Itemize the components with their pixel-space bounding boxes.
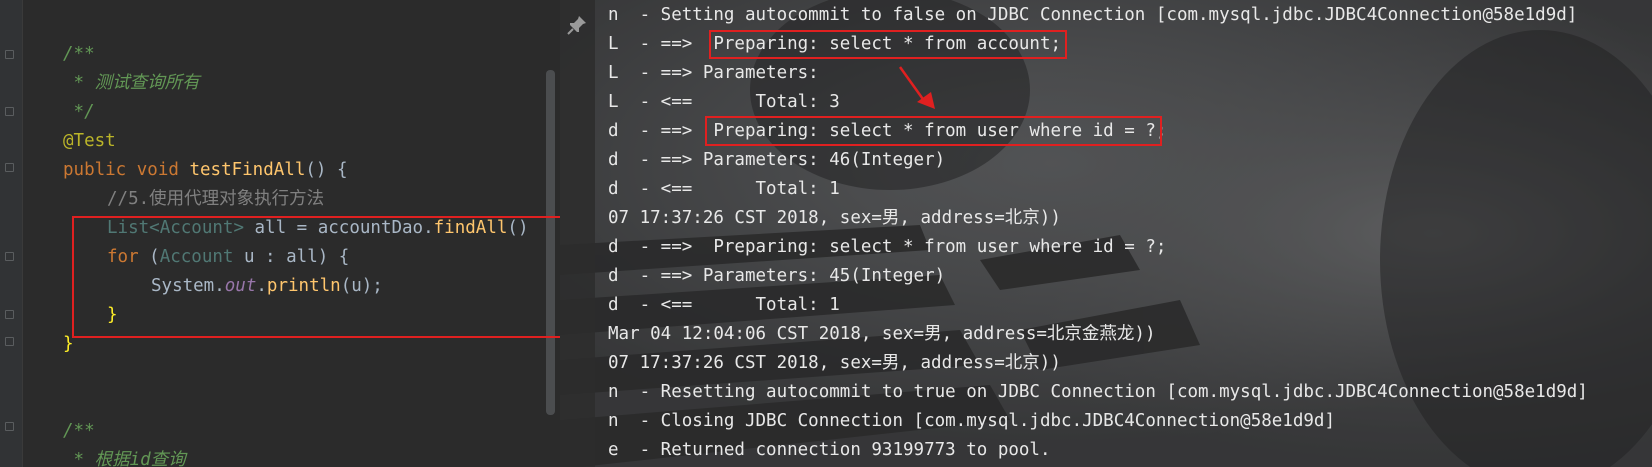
sql-highlight-box: [709, 30, 1067, 59]
code-line: public void testFindAll() {: [63, 160, 348, 180]
code-line: /**: [63, 421, 95, 441]
code-highlight-box: [72, 216, 560, 338]
editor-gutter: [0, 0, 23, 467]
console-line: L - ==> Parameters:: [608, 63, 819, 83]
code-line: @Test: [63, 131, 116, 151]
console-line: d - <== Total: 1: [608, 295, 840, 315]
console-line: Mar 04 12:04:06 CST 2018, sex=男, address…: [608, 324, 1156, 344]
console-line: d - ==> Parameters: 45(Integer): [608, 266, 946, 286]
fold-marker-icon[interactable]: [5, 163, 14, 172]
console-line: d - <== Total: 1: [608, 179, 840, 199]
console-line: 07 17:37:26 CST 2018, sex=男, address=北京)…: [608, 208, 1061, 228]
code-line: /**: [63, 44, 95, 64]
console-line: L - <== Total: 3: [608, 92, 840, 112]
fold-marker-icon[interactable]: [5, 337, 14, 346]
fold-marker-icon[interactable]: [5, 50, 14, 59]
arrow-icon: [898, 66, 935, 109]
code-line: * 测试查询所有: [63, 73, 200, 93]
console-line: e - Returned connection 93199773 to pool…: [608, 440, 1051, 460]
console-line: d - ==> Preparing: select * from user wh…: [608, 237, 1167, 257]
code-line: */: [63, 102, 95, 122]
console-line: n - Setting autocommit to false on JDBC …: [608, 5, 1578, 25]
code-line: * 根据id查询: [63, 450, 186, 467]
console-panel[interactable]: n - Setting autocommit to false on JDBC …: [560, 0, 1652, 467]
console-line: 07 17:37:26 CST 2018, sex=男, address=北京)…: [608, 353, 1061, 373]
console-toolbar: [560, 0, 595, 467]
fold-marker-icon[interactable]: [5, 107, 14, 116]
fold-marker-icon[interactable]: [5, 422, 14, 431]
console-line: d - ==> Parameters: 46(Integer): [608, 150, 946, 170]
console-output[interactable]: n - Setting autocommit to false on JDBC …: [608, 1, 1588, 465]
fold-marker-icon[interactable]: [5, 252, 14, 261]
console-line: n - Resetting autocommit to true on JDBC…: [608, 382, 1588, 402]
code-editor[interactable]: /** * 测试查询所有 */ @Test public void testFi…: [0, 0, 560, 467]
fold-marker-icon[interactable]: [5, 310, 14, 319]
pin-icon[interactable]: [566, 14, 588, 36]
console-line: n - Closing JDBC Connection [com.mysql.j…: [608, 411, 1335, 431]
code-line: //5.使用代理对象执行方法: [107, 189, 325, 209]
